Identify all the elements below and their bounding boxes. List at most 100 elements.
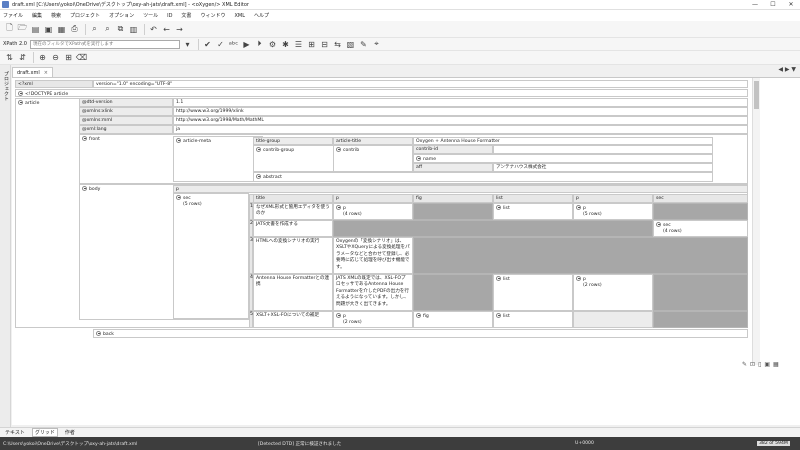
- save-icon[interactable]: ▣: [43, 24, 54, 35]
- contrib-id-value[interactable]: [493, 145, 713, 154]
- tab-draft-xml[interactable]: draft.xml ×: [12, 67, 53, 77]
- project-side-panel[interactable]: プロジェクト: [0, 65, 11, 427]
- name-element[interactable]: name: [413, 154, 713, 163]
- tab-navigation-icons[interactable]: ◀ ▶ ▼: [778, 66, 796, 73]
- copy-icon[interactable]: ⧉: [115, 24, 126, 35]
- find-icon[interactable]: ⌕: [89, 24, 100, 35]
- expand-toggle-icon[interactable]: [82, 136, 87, 141]
- scrollbar-thumb[interactable]: [754, 81, 759, 109]
- apply-transform-icon[interactable]: ▶: [241, 39, 252, 50]
- menu-window[interactable]: ウィンドウ: [200, 12, 225, 19]
- minimize-button[interactable]: —: [746, 0, 764, 10]
- title-group-header[interactable]: title-group: [253, 137, 333, 145]
- empty-cell[interactable]: [413, 237, 748, 274]
- p2-cell[interactable]: p (2 rows): [573, 274, 653, 311]
- clear-icon[interactable]: ⌫: [76, 52, 87, 63]
- p2-cell[interactable]: p (5 rows): [573, 203, 653, 220]
- expand-toggle-icon[interactable]: [336, 205, 341, 210]
- xpath-input[interactable]: 現在のフィルタでXPath式を実行します: [29, 39, 180, 49]
- empty-cell[interactable]: [653, 311, 748, 328]
- menu-help[interactable]: ヘルプ: [254, 12, 269, 19]
- new-file-icon[interactable]: 🗋: [4, 23, 15, 35]
- sec-title-cell[interactable]: HTMLへの変換シナリオの実行: [253, 237, 333, 274]
- format-indent-icon[interactable]: ☰: [293, 39, 304, 50]
- save-all-icon[interactable]: ▦: [56, 24, 67, 35]
- empty-cell[interactable]: [653, 203, 748, 220]
- menu-options[interactable]: オプション: [109, 12, 134, 19]
- configure-transform-icon[interactable]: ⚙: [267, 39, 278, 50]
- vertical-scrollbar[interactable]: [752, 78, 760, 365]
- chevron-down-icon[interactable]: ▾: [182, 39, 193, 50]
- xpath-version-label[interactable]: XPath 2.0: [3, 41, 27, 47]
- pen-icon[interactable]: ✎: [742, 361, 747, 369]
- xml-decl-value[interactable]: version="1.0" encoding="UTF-8": [93, 80, 748, 88]
- expand-toggle-icon[interactable]: [576, 276, 581, 281]
- column-header-p[interactable]: p: [333, 194, 413, 203]
- empty-cell[interactable]: [573, 311, 653, 328]
- aff-header[interactable]: aff: [413, 163, 493, 172]
- compare-icon[interactable]: ⇆: [332, 39, 343, 50]
- undo-icon[interactable]: ↶: [148, 24, 159, 35]
- sort-ascending-icon[interactable]: ⇅: [4, 52, 15, 63]
- menu-file[interactable]: ファイル: [3, 12, 23, 19]
- menu-find[interactable]: 検索: [51, 12, 61, 19]
- tab-grid-mode[interactable]: グリッド: [31, 428, 58, 437]
- sec-title-cell[interactable]: なぜXML形式と箇用エディタを使うのか: [253, 203, 333, 220]
- doctype-row[interactable]: <!DOCTYPE article: [15, 89, 748, 97]
- find-in-files-icon[interactable]: ⌕: [102, 24, 113, 35]
- contrib-id-header[interactable]: contrib-id: [413, 145, 493, 154]
- expand-toggle-icon[interactable]: [82, 186, 87, 191]
- status-memory[interactable]: 382 of 594M: [757, 441, 790, 446]
- insert-row-icon[interactable]: ⊕: [37, 52, 48, 63]
- xml-decl-name[interactable]: <?xml: [15, 80, 93, 88]
- expand-toggle-icon[interactable]: [416, 313, 421, 318]
- menu-tools[interactable]: ツール: [143, 12, 158, 19]
- tab-author-mode[interactable]: 作者: [63, 429, 77, 436]
- lock-closed-icon[interactable]: ▣: [764, 361, 770, 369]
- expand-toggle-icon[interactable]: [496, 313, 501, 318]
- delete-row-icon[interactable]: ⊖: [50, 52, 61, 63]
- body-p-header[interactable]: p: [173, 185, 748, 193]
- expand-toggle-icon[interactable]: [176, 195, 181, 200]
- tab-text-mode[interactable]: テキスト: [3, 429, 27, 436]
- grid-editor[interactable]: <?xml version="1.0" encoding="UTF-8" <!D…: [12, 77, 800, 425]
- maximize-button[interactable]: ☐: [764, 0, 782, 10]
- tag-icon[interactable]: ⌖: [371, 39, 382, 50]
- attr-value[interactable]: 1.1: [173, 98, 748, 107]
- forward-arrow-icon[interactable]: →: [174, 24, 185, 35]
- check-wellformed-icon[interactable]: ✓: [215, 39, 226, 50]
- schema-icon[interactable]: ▧: [345, 39, 356, 50]
- back-element[interactable]: back: [93, 329, 748, 338]
- list-cell[interactable]: list: [493, 203, 573, 220]
- close-icon[interactable]: ×: [44, 70, 48, 76]
- expand-toggle-icon[interactable]: [256, 174, 261, 179]
- menu-project[interactable]: プロジェクト: [70, 12, 100, 19]
- annotate-icon[interactable]: ✎: [358, 39, 369, 50]
- empty-cell[interactable]: [653, 274, 748, 311]
- spellcheck-icon[interactable]: ᵃᵇᶜ: [228, 39, 239, 50]
- article-title-value[interactable]: Oxygen + Antenna House Formatter: [413, 137, 713, 145]
- validate-icon[interactable]: ✔: [202, 39, 213, 50]
- xquery-debugger-icon[interactable]: ⊟: [319, 39, 330, 50]
- expand-toggle-icon[interactable]: [416, 156, 421, 161]
- expand-toggle-icon[interactable]: [336, 313, 341, 318]
- p-text-cell[interactable]: Oxygenの「変換シナリオ」は、XSLTやXQueryによる変換処理をパラメー…: [333, 237, 413, 274]
- column-header-list[interactable]: list: [493, 194, 573, 203]
- list-cell[interactable]: list: [493, 274, 573, 311]
- sort-descending-icon[interactable]: ⇵: [17, 52, 28, 63]
- p-cell[interactable]: p (2 rows): [333, 311, 413, 328]
- column-header-sec[interactable]: sec: [653, 194, 748, 203]
- column-header-p2[interactable]: p: [573, 194, 653, 203]
- attr-name[interactable]: @xmlns:mml: [79, 116, 173, 125]
- open-folder-icon[interactable]: 🗁: [17, 23, 28, 35]
- list-cell[interactable]: list: [493, 311, 573, 328]
- abstract-element[interactable]: abstract: [253, 172, 713, 182]
- empty-cell[interactable]: [333, 220, 653, 237]
- status-validation-message[interactable]: [Detected DTD] 正常に検証されました: [258, 441, 341, 447]
- expand-toggle-icon[interactable]: [96, 331, 101, 336]
- run-icon[interactable]: ⏵: [254, 39, 265, 50]
- close-window-button[interactable]: ✕: [782, 0, 800, 10]
- column-header-fig[interactable]: fig: [413, 194, 493, 203]
- aff-value[interactable]: アンテナハウス株式会社: [493, 163, 713, 172]
- menu-id[interactable]: ID: [167, 13, 172, 19]
